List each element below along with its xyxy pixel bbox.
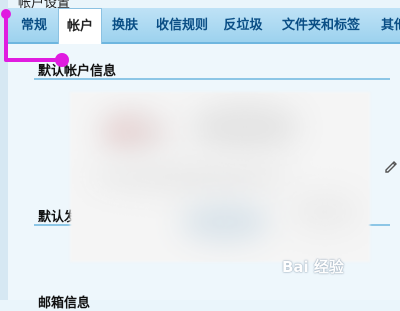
baidu-jingyan-watermark: Bai 经验	[282, 258, 344, 276]
tab-folders-and-labels[interactable]: 文件夹和标签	[278, 8, 364, 42]
highlight-annotation	[1, 9, 69, 67]
redacted-blurred-area	[70, 92, 370, 262]
tab-anti-spam[interactable]: 反垃圾	[220, 8, 266, 42]
edit-pencil-icon[interactable]	[384, 160, 398, 174]
section-title-bottom: 邮箱信息	[38, 296, 91, 311]
tab-skin[interactable]: 换肤	[106, 8, 144, 42]
tab-other[interactable]: 其他	[374, 8, 400, 42]
tab-mail-rules[interactable]: 收信规则	[152, 8, 212, 42]
section-divider	[34, 78, 390, 80]
